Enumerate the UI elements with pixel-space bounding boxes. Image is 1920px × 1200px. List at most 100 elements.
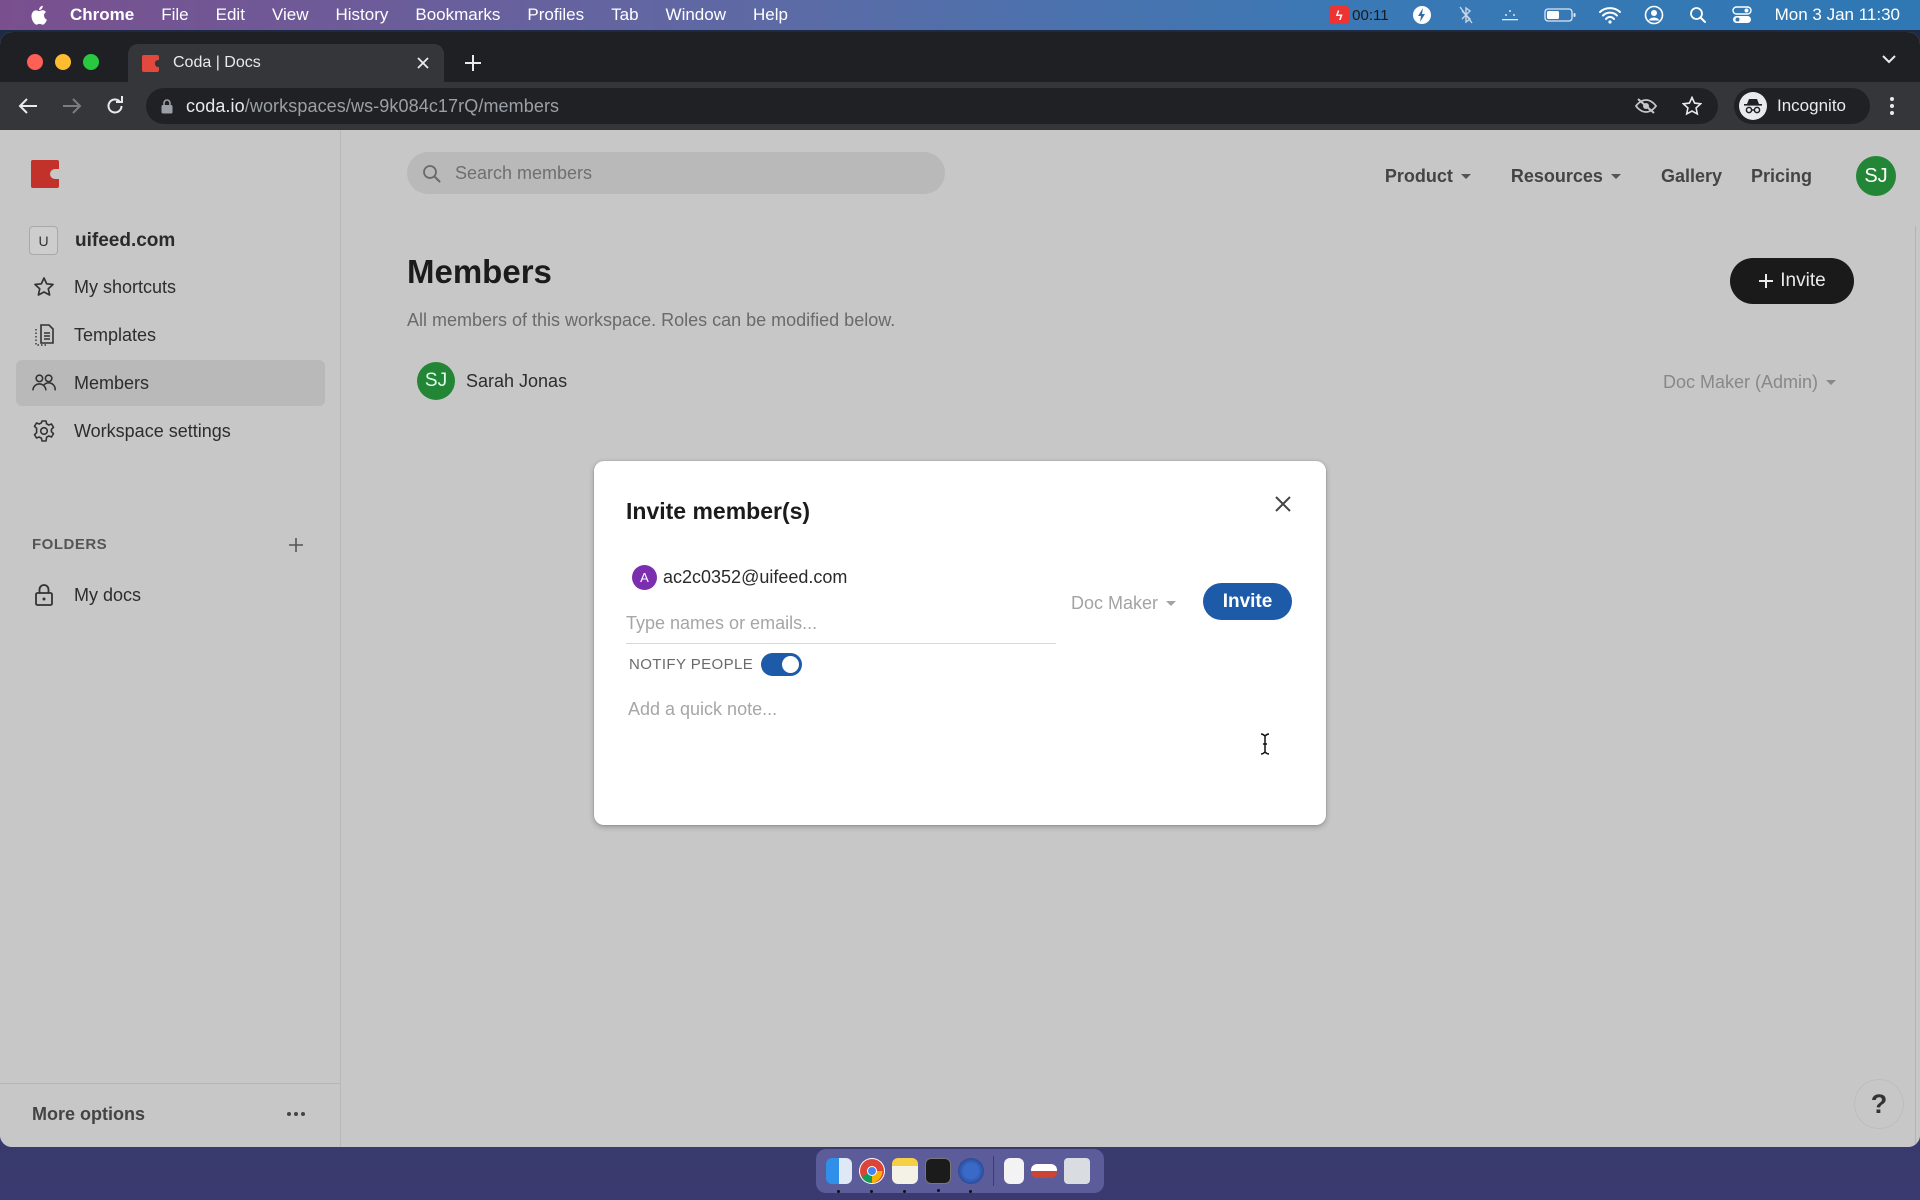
browser-tab[interactable]: Coda | Docs <box>128 44 444 82</box>
sidebar-item-templates[interactable]: Templates <box>16 312 325 358</box>
close-tab-icon[interactable] <box>412 52 434 74</box>
sidebar-footer: More options <box>0 1083 340 1147</box>
sidebar-item-workspace-settings[interactable]: Workspace settings <box>16 408 325 454</box>
user-avatar[interactable]: SJ <box>1856 156 1896 196</box>
wifi-icon[interactable] <box>1598 4 1621 26</box>
apple-icon[interactable] <box>28 5 48 25</box>
workspace-name: uifeed.com <box>75 229 176 251</box>
toggle-knob <box>782 656 800 673</box>
search-members-input[interactable] <box>455 162 935 184</box>
bluetooth-off-icon[interactable] <box>1455 4 1477 26</box>
notify-people-toggle[interactable] <box>761 653 803 676</box>
menu-tab[interactable]: Tab <box>611 5 638 25</box>
document-stack-icon[interactable] <box>1003 1158 1024 1184</box>
page-subtitle: All members of this workspace. Roles can… <box>407 310 896 330</box>
page-title: Members <box>407 253 552 290</box>
tab-search-chevron-icon[interactable] <box>1878 48 1900 70</box>
url-text[interactable]: coda.io/workspaces/ws-9k084c17rQ/members <box>186 96 559 117</box>
coda-logo[interactable] <box>31 160 60 188</box>
tracking-protection-eye-off-icon[interactable] <box>1634 94 1658 118</box>
chrome-menu-icon[interactable] <box>1880 92 1904 120</box>
recent-window-thumbnail-icon[interactable] <box>1030 1164 1057 1178</box>
menu-window[interactable]: Window <box>666 5 726 25</box>
close-dialog-icon[interactable] <box>1270 491 1296 517</box>
menu-view[interactable]: View <box>272 5 309 25</box>
invitee-chip[interactable]: A ac2c0352@uifeed.com <box>632 565 847 590</box>
url-path: /workspaces/ws-9k084c17rQ/members <box>244 95 560 116</box>
invite-role-dropdown[interactable]: Doc Maker <box>1071 593 1177 614</box>
member-row[interactable]: SJ Sarah Jonas <box>417 362 567 400</box>
forward-icon[interactable] <box>58 92 86 120</box>
nav-pricing[interactable]: Pricing <box>1751 166 1812 187</box>
address-bar-actions <box>1634 94 1704 118</box>
more-options-link[interactable]: More options <box>32 1104 145 1125</box>
sidebar-item-label: Members <box>74 372 150 393</box>
nav-product-label: Product <box>1384 165 1453 186</box>
menu-help[interactable]: Help <box>753 5 788 25</box>
battery-icon[interactable] <box>1543 4 1577 26</box>
close-window-button[interactable] <box>27 54 43 70</box>
user-account-icon[interactable] <box>1643 4 1665 26</box>
sidebar-item-label: My shortcuts <box>74 276 177 297</box>
address-bar[interactable]: coda.io/workspaces/ws-9k084c17rQ/members <box>146 88 1718 124</box>
back-icon[interactable] <box>14 92 42 120</box>
trash-icon[interactable] <box>1063 1158 1090 1184</box>
incognito-label: Incognito <box>1777 96 1846 115</box>
workspace-switcher[interactable]: U uifeed.com <box>29 226 175 255</box>
member-avatar: SJ <box>417 362 455 400</box>
dock-separator <box>993 1156 994 1186</box>
templates-icon <box>32 323 56 347</box>
member-role-label: Doc Maker (Admin) <box>1662 372 1818 392</box>
reload-icon[interactable] <box>101 92 129 120</box>
quick-note-input[interactable] <box>628 689 1268 729</box>
notes-icon[interactable] <box>891 1158 918 1193</box>
caret-down-icon <box>1826 380 1836 385</box>
tab-strip: Coda | Docs <box>0 32 1920 82</box>
add-folder-plus-icon[interactable] <box>284 533 308 557</box>
member-role-dropdown[interactable]: Doc Maker (Admin) <box>1663 372 1836 393</box>
invite-role-label: Doc Maker <box>1071 593 1159 613</box>
invitee-email: ac2c0352@uifeed.com <box>663 567 848 587</box>
invite-members-button[interactable]: Invite <box>1730 258 1854 304</box>
screen-recorder[interactable]: ϟ 00:11 <box>1329 6 1389 24</box>
finder-icon[interactable] <box>825 1158 852 1193</box>
menu-file[interactable]: File <box>161 5 188 25</box>
menu-edit[interactable]: Edit <box>216 5 245 25</box>
reeder-app-icon[interactable] <box>957 1158 984 1193</box>
browser-toolbar: coda.io/workspaces/ws-9k084c17rQ/members… <box>0 82 1920 130</box>
menu-bookmarks[interactable]: Bookmarks <box>415 5 500 25</box>
macos-dock <box>816 1149 1104 1193</box>
fullscreen-window-button[interactable] <box>83 54 99 70</box>
send-invite-button[interactable]: Invite <box>1203 583 1292 620</box>
chrome-icon[interactable] <box>858 1158 885 1193</box>
caret-down-icon <box>1610 173 1621 179</box>
notify-people-label: NOTIFY PEOPLE <box>629 656 754 673</box>
flash-icon[interactable] <box>1411 4 1433 26</box>
scrollbar[interactable] <box>1915 226 1920 1146</box>
nav-product[interactable]: Product <box>1385 166 1471 187</box>
menubar-status-area: ϟ 00:11 Mon 3 Jan 11:30 <box>1329 0 1900 30</box>
nav-gallery[interactable]: Gallery <box>1661 166 1722 187</box>
bookmark-star-icon[interactable] <box>1680 94 1704 118</box>
menu-profiles[interactable]: Profiles <box>527 5 584 25</box>
terminal-icon[interactable] <box>924 1158 951 1192</box>
menu-app-name[interactable]: Chrome <box>70 5 134 25</box>
spotlight-search-icon[interactable] <box>1687 4 1709 26</box>
lock-icon[interactable] <box>160 98 174 114</box>
search-members-field[interactable] <box>407 152 945 194</box>
new-tab-button[interactable] <box>460 50 486 76</box>
help-button[interactable]: ? <box>1854 1079 1904 1129</box>
activity-icon[interactable] <box>1499 4 1521 26</box>
menubar-clock[interactable]: Mon 3 Jan 11:30 <box>1775 5 1900 25</box>
minimize-window-button[interactable] <box>55 54 71 70</box>
control-center-icon[interactable] <box>1731 4 1753 26</box>
incognito-profile-button[interactable]: Incognito <box>1734 88 1870 124</box>
menu-history[interactable]: History <box>335 5 388 25</box>
sidebar-item-my-shortcuts[interactable]: My shortcuts <box>16 264 325 310</box>
more-options-ellipsis-icon[interactable] <box>284 1104 308 1124</box>
nav-resources[interactable]: Resources <box>1511 166 1621 187</box>
sidebar-folder-my-docs[interactable]: My docs <box>16 572 325 618</box>
invite-names-input[interactable] <box>626 604 1056 644</box>
sidebar-item-members[interactable]: Members <box>16 360 325 406</box>
url-host: coda.io <box>186 95 245 116</box>
